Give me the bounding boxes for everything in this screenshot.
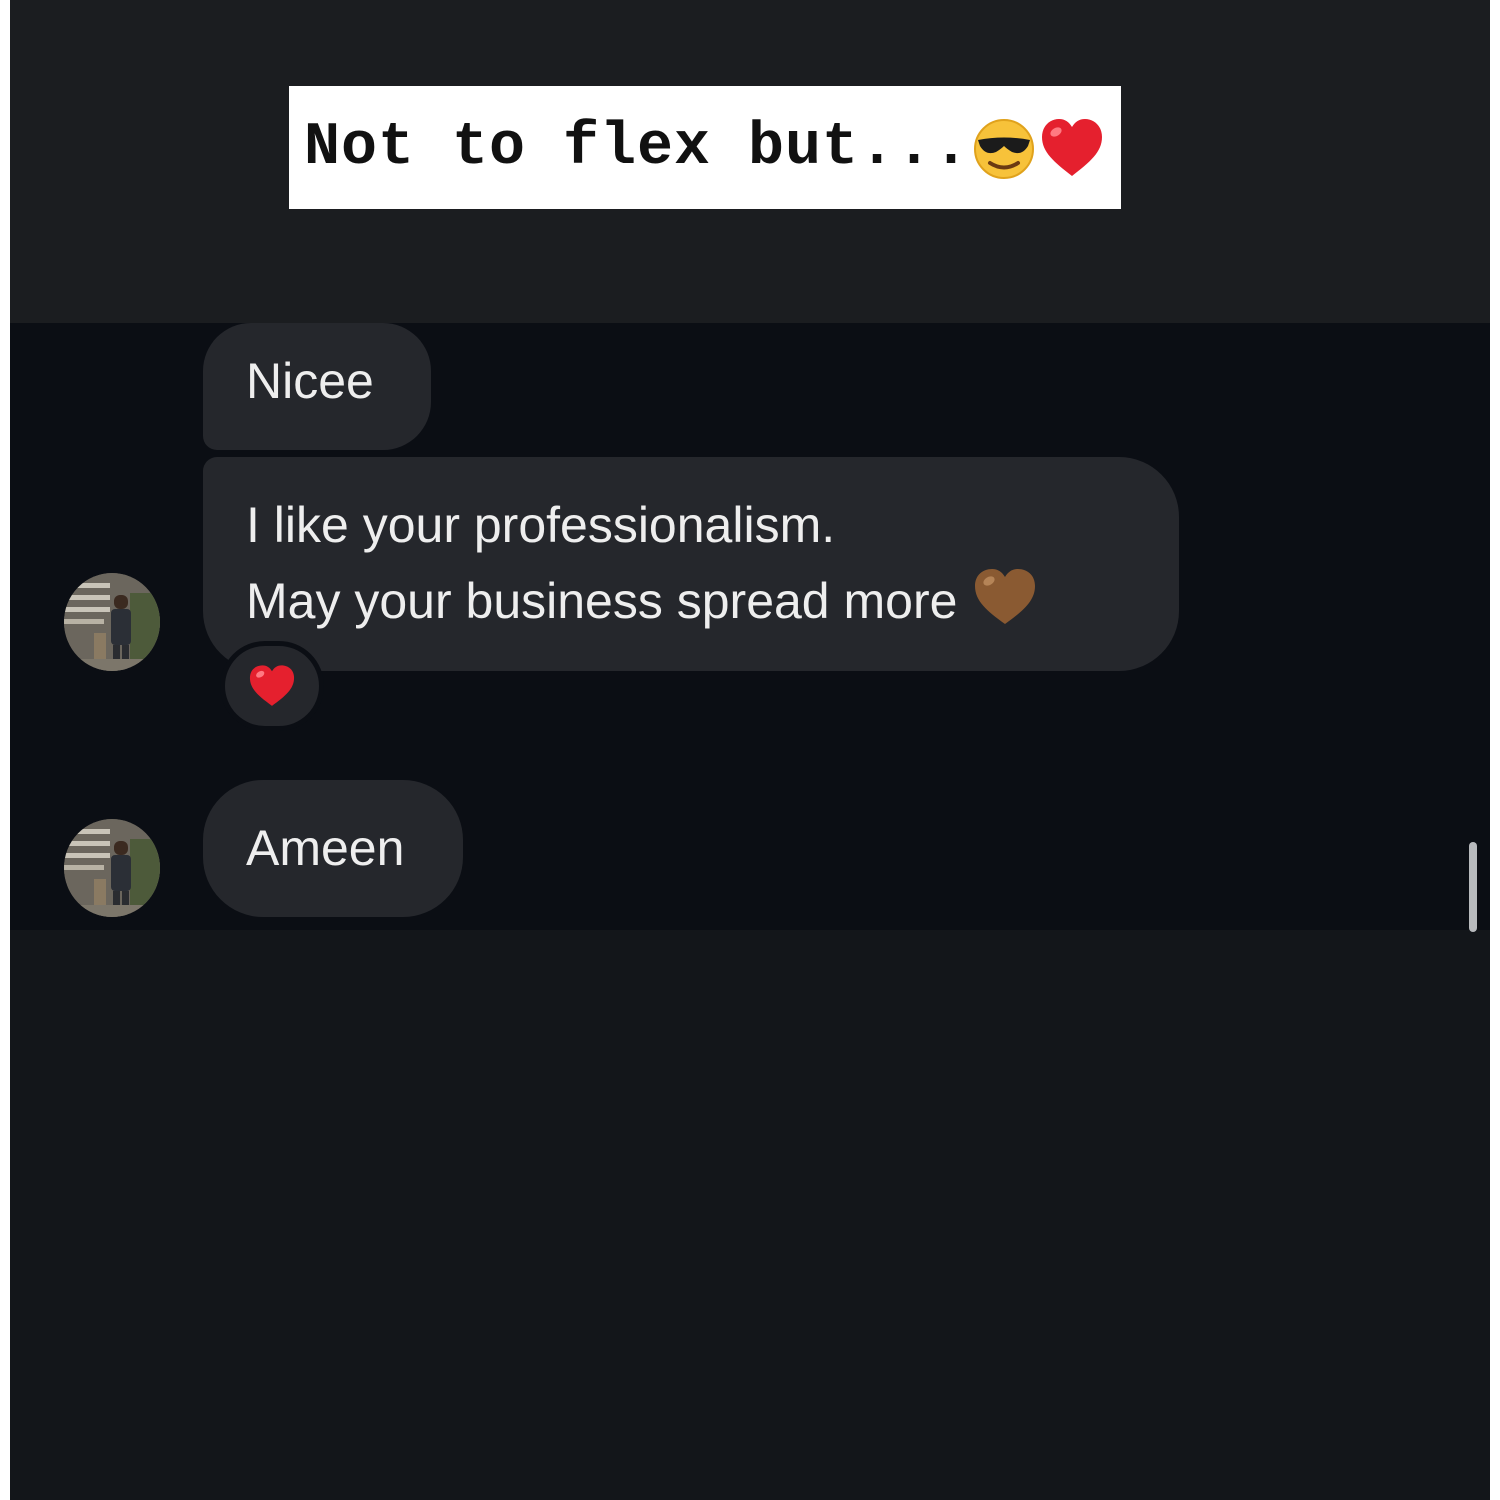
message-text: Nicee — [246, 353, 374, 409]
screenshot-frame: Not to flex but... Nicee I like your pro… — [10, 0, 1490, 1500]
message-bubble[interactable]: Ameen — [203, 780, 463, 917]
red-heart-icon — [1042, 118, 1103, 176]
avatar[interactable] — [64, 573, 160, 671]
message-bubble[interactable]: Nicee — [203, 323, 431, 450]
reaction-badge[interactable] — [220, 641, 324, 731]
story-caption: Not to flex but... — [289, 86, 1121, 209]
profile-photo-icon — [64, 573, 160, 671]
scrollbar[interactable] — [1469, 842, 1477, 932]
message-bubble[interactable]: I like your professionalism. May your bu… — [203, 457, 1179, 671]
sunglasses-face-icon — [974, 118, 1035, 179]
avatar[interactable] — [64, 819, 160, 917]
red-heart-icon — [249, 665, 295, 706]
brown-heart-icon — [975, 569, 1036, 624]
story-header-area: Not to flex but... — [10, 0, 1490, 323]
profile-photo-icon — [64, 819, 160, 917]
caption-text: Not to flex but... — [303, 113, 971, 182]
message-line: May your business spread more — [246, 573, 958, 629]
message-text: Ameen — [246, 820, 405, 876]
chat-thread: Nicee I like your professionalism. May y… — [10, 323, 1490, 932]
message-line: I like your professionalism. — [246, 497, 836, 553]
